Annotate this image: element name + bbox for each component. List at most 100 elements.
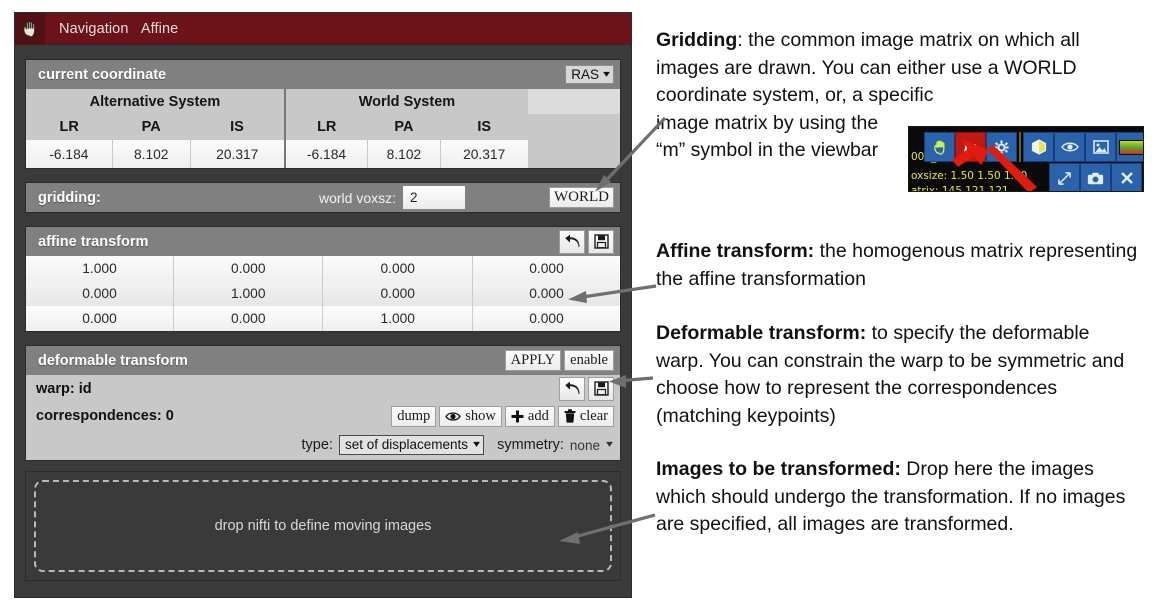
affine-cell-1-1[interactable]: 1.000 [173,281,324,306]
affine-transform-card: affine transform 1.000 0.000 0.000 0.000… [25,226,621,332]
table-row: 0.000 0.000 1.000 0.000 [26,306,620,331]
gridding-row: gridding: world voxsz: WORLD [26,183,620,212]
coordinate-table: Alternative System World System LR PA IS… [26,89,620,168]
show-button[interactable]: show [439,405,502,427]
affine-cell-2-2[interactable]: 1.000 [322,306,473,331]
coordinate-axis-label-row: LR PA IS LR PA IS [26,114,620,140]
annotation-affine: Affine transform: the homogenous matrix … [656,238,1142,293]
show-label: show [465,407,496,424]
coord-value-pa-world[interactable]: 8.102 [367,140,441,168]
plus-icon [511,410,524,422]
undo-arrow-icon [564,234,580,247]
axis-label-pa-world: PA [367,114,441,140]
clear-button[interactable]: clear [557,405,614,427]
affine-cell-0-1[interactable]: 0.000 [173,256,324,281]
deformable-transform-header: deformable transform APPLY enable [26,346,620,375]
deformable-transform-title: deformable transform [38,352,188,369]
axis-label-is-world: IS [440,114,528,140]
affine-transform-title: affine transform [38,233,149,250]
pointer-arrow-dropzone [559,513,656,544]
affine-cell-2-1[interactable]: 0.000 [173,306,324,331]
inset-red-arrow-icon [952,139,1037,191]
pointer-arrow-deformable [609,375,654,388]
table-row: 0.000 1.000 0.000 0.000 [26,281,620,306]
chevron-down-icon: ▾ [606,439,613,450]
table-row: 1.000 0.000 0.000 0.000 [26,256,620,281]
correspondences-row: correspondences: 0 dump show add clear [26,402,620,430]
axis-label-is-alt: IS [190,114,285,140]
axis-label-pa-alt: PA [112,114,191,140]
viewbar-inset-image: 001_wstudy0 oxsize: 1.50 1.50 1.50 atrix… [908,126,1144,192]
add-button[interactable]: add [504,405,555,427]
annotation-gridding-sep: : [737,29,749,51]
world-voxsz-input[interactable] [403,186,465,209]
symmetry-label: symmetry: [497,437,564,453]
coord-value-lr-world[interactable]: -6.184 [283,140,369,168]
symmetry-select-value: none [569,437,600,453]
affine-undo-button[interactable] [559,229,585,254]
annotation-affine-title: Affine transform: [656,240,815,262]
coordinate-group-header-row: Alternative System World System [26,89,620,114]
current-coordinate-card: current coordinate RAS ▾ Alternative Sys… [25,59,621,169]
affine-cell-2-0[interactable]: 0.000 [26,306,174,331]
annotation-deformable-title: Deformable transform: [656,322,867,344]
space-select[interactable]: RAS ▾ [565,65,614,84]
chevron-down-icon: ▾ [473,439,480,450]
annotation-gridding-body2: image matrix by using the “m” symbol in … [656,111,879,162]
coord-value-is-alt[interactable]: 20.317 [190,140,286,168]
dropzone-label: drop nifti to define moving images [214,518,432,534]
annotation-images-title: Images to be transformed: [656,458,901,480]
undo-arrow-icon [564,381,580,394]
dump-button[interactable]: dump [391,405,437,427]
affine-cell-1-2[interactable]: 0.000 [322,281,473,306]
space-select-value: RAS [571,67,599,82]
coordinate-value-row: -6.184 8.102 20.317 -6.184 8.102 20.317 [26,140,620,168]
affine-save-button[interactable] [588,229,614,254]
current-coordinate-header: current coordinate RAS ▾ [26,60,620,89]
warp-row: warp: id [26,375,620,402]
correspondences-label: correspondences: 0 [36,408,174,424]
type-select[interactable]: set of displacements ▾ [338,435,485,455]
moving-images-dropzone[interactable]: drop nifti to define moving images [34,480,612,572]
group-alternative-system: Alternative System [26,89,285,114]
add-label: add [527,407,549,424]
gridding-card: gridding: world voxsz: WORLD [25,182,621,213]
menu-navigation[interactable]: Navigation [59,21,129,37]
type-select-value: set of displacements [344,437,469,452]
warp-undo-button[interactable] [559,376,585,401]
affine-matrix-table: 1.000 0.000 0.000 0.000 0.000 1.000 0.00… [26,256,620,331]
dump-label: dump [397,407,431,424]
axis-label-lr-world: LR [283,114,368,140]
window-titlebar: Navigation Affine [15,12,631,45]
window-title: Navigation Affine [59,21,187,37]
annotation-images: Images to be transformed: Drop here the … [656,456,1142,539]
group-world-system: World System [283,89,528,114]
eye-icon [445,411,462,421]
type-symmetry-row: type: set of displacements ▾ symmetry: n… [26,430,620,460]
affine-cell-1-0[interactable]: 0.000 [26,281,174,306]
clear-label: clear [579,407,608,424]
deformable-transform-card: deformable transform APPLY enable warp: … [25,345,621,461]
hand-icon[interactable] [15,12,45,45]
pointer-arrow-affine [568,284,657,303]
trash-icon [564,409,576,423]
coord-value-pa-alt[interactable]: 8.102 [112,140,191,168]
coord-value-is-world[interactable]: 20.317 [440,140,529,168]
coord-value-lr-alt[interactable]: -6.184 [26,140,113,168]
warp-label: warp: id [36,380,92,397]
moving-images-dropzone-wrap: drop nifti to define moving images [25,471,621,581]
gridding-label: gridding: [38,189,101,206]
menu-affine[interactable]: Affine [141,21,178,37]
type-label: type: [301,437,333,453]
current-coordinate-title: current coordinate [38,66,167,83]
annotation-deformable: Deformable transform: to specify the def… [656,320,1142,430]
symmetry-select[interactable]: none ▾ [569,437,613,453]
affine-cell-0-2[interactable]: 0.000 [322,256,473,281]
pointer-arrow-gridding [595,116,667,192]
affine-cell-0-0[interactable]: 1.000 [26,256,174,281]
apply-button[interactable]: APPLY [504,350,562,371]
affine-transform-header: affine transform [26,227,620,256]
annotation-gridding-title: Gridding [656,29,738,51]
floppy-disk-save-icon [593,234,609,249]
world-voxsz-label: world voxsz: [318,189,396,206]
